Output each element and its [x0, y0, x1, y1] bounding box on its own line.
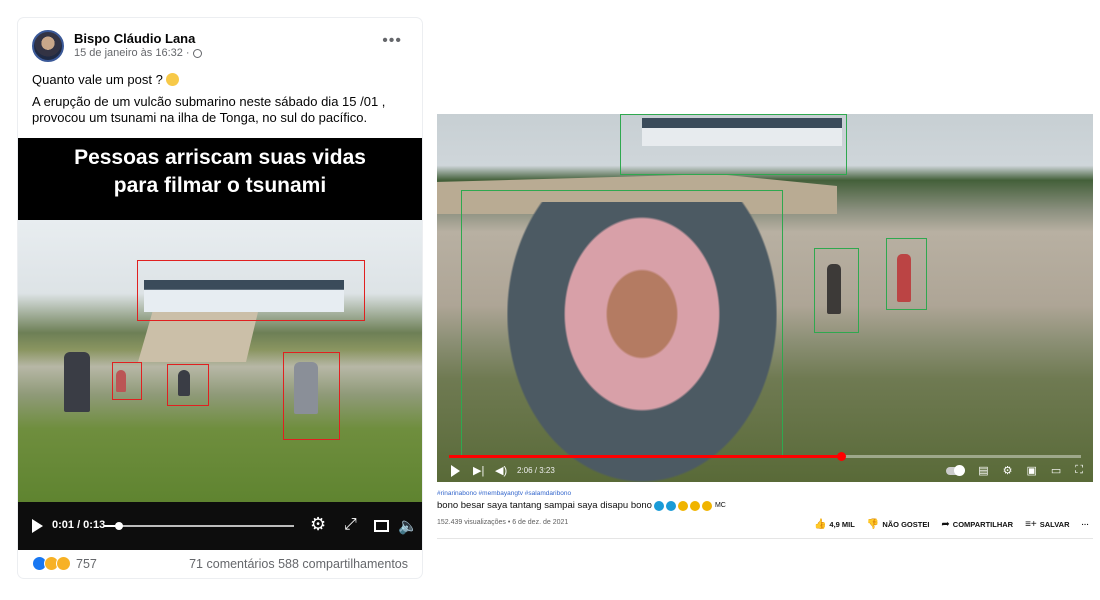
play-icon[interactable] [32, 519, 43, 533]
stats-right: 71 comentários 588 compartilhamentos [189, 557, 408, 571]
video-controls: 0:01 / 0:13 ⚙ ⤢ 🔈 [18, 502, 422, 550]
shares-count[interactable]: 588 compartilhamentos [278, 557, 408, 571]
share-icon: ➦ [941, 519, 950, 530]
reactions[interactable]: 757 [32, 556, 97, 571]
video-caption: Pessoas arriscam suas vidas para filmar … [18, 138, 422, 220]
save-button[interactable]: ≡+ SALVAR [1025, 519, 1069, 530]
video-time: 2:06 / 3:23 [517, 466, 555, 475]
youtube-video-player[interactable]: ▶| ◀) 2:06 / 3:23 ▤ ⚙ ▣ ▭ ⛶ [437, 114, 1093, 482]
youtube-panel: ▶| ◀) 2:06 / 3:23 ▤ ⚙ ▣ ▭ ⛶ #rinarinabon… [437, 114, 1093, 540]
video-hashtags[interactable]: #rinarinabono #membayangtv #salamdaribon… [437, 490, 571, 497]
post-stats: 757 71 comentários 588 compartilhamentos [32, 556, 408, 574]
post-date[interactable]: 15 de janeiro às 16:32 · [74, 47, 190, 59]
more-options-icon[interactable]: ••• [382, 32, 402, 50]
facebook-video-player[interactable]: Pessoas arriscam suas vidas para filmar … [18, 138, 422, 550]
thumbs-down-icon: 👎 [866, 519, 880, 530]
pip-icon[interactable] [374, 520, 389, 532]
divider [437, 538, 1093, 539]
theater-icon[interactable]: ▭ [1051, 464, 1061, 477]
more-icon: ··· [1081, 520, 1090, 529]
author-name[interactable]: Bispo Cláudio Lana [74, 31, 195, 46]
video-frame [18, 220, 422, 502]
gear-icon[interactable]: ⚙ [310, 514, 326, 535]
smile-emoji-icon [166, 73, 180, 86]
dislike-button[interactable]: 👎 NÃO GOSTEI [867, 519, 930, 530]
video-actions: 👍 4,9 MIL 👎 NÃO GOSTEI ➦ COMPARTILHAR ≡+ SAL… [814, 519, 1089, 530]
highlight-box-person [814, 248, 859, 333]
play-icon[interactable] [451, 465, 460, 477]
settings-icon[interactable]: ⚙ [1003, 464, 1013, 477]
progress-bar[interactable] [449, 452, 1081, 461]
progress-bar[interactable] [104, 522, 294, 530]
highlight-box-person [886, 238, 927, 310]
highlight-box-woman [461, 190, 783, 456]
author-avatar[interactable] [32, 30, 64, 62]
fullscreen-icon[interactable]: ⛶ [1075, 464, 1083, 477]
highlight-box-person [167, 364, 209, 406]
sad-reaction-icon [56, 556, 71, 571]
video-title: bono besar saya tantang sampai saya disa… [437, 500, 726, 511]
view-count-date: 152.439 visualizações • 6 de dez. de 202… [437, 519, 569, 526]
highlight-box-person [112, 362, 142, 400]
post-header: Bispo Cláudio Lana 15 de janeiro às 16:3… [32, 30, 408, 64]
like-count: 4,9 MIL [829, 520, 855, 529]
muscle-emoji-icon [677, 500, 688, 511]
post-line-2: A erupção de um vulcão submarino neste s… [32, 94, 386, 125]
mute-icon[interactable]: 🔈 [398, 516, 418, 536]
highlight-box-person [283, 352, 340, 440]
person-figure [64, 352, 90, 412]
volume-icon[interactable]: ◀) [495, 464, 507, 477]
more-actions-button[interactable]: ··· [1082, 519, 1090, 530]
comments-count[interactable]: 71 comentários [189, 557, 274, 571]
highlight-box-house [137, 260, 365, 321]
video-title-text: bono besar saya tantang sampai saya disa… [437, 500, 652, 511]
dislike-label: NÃO GOSTEI [882, 520, 930, 529]
playlist-add-icon: ≡+ [1025, 519, 1037, 530]
share-label: COMPARTILHAR [952, 520, 1014, 529]
expand-icon[interactable]: ⤢ [344, 516, 357, 534]
highlight-box-house [620, 114, 847, 175]
right-controls: ▤ ⚙ ▣ ▭ ⛶ [946, 464, 1083, 477]
muscle-emoji-icon [689, 500, 700, 511]
muscle-emoji-icon [701, 500, 712, 511]
share-button[interactable]: ➦ COMPARTILHAR [941, 519, 1013, 530]
video-title-suffix: MC [714, 502, 726, 509]
wave-emoji-icon [653, 500, 664, 511]
wave-emoji-icon [665, 500, 676, 511]
video-time: 0:01 / 0:13 [52, 519, 106, 531]
post-line-1: Quanto vale um post ? [32, 72, 163, 87]
video-caption-line-2: para filmar o tsunami [113, 174, 327, 197]
post-text: Quanto vale um post ? A erupção de um vu… [32, 72, 416, 132]
globe-icon [192, 48, 202, 58]
autoplay-toggle-icon[interactable] [946, 464, 966, 476]
thumbs-up-icon: 👍 [813, 519, 827, 530]
post-meta: 15 de janeiro às 16:32 · [74, 47, 202, 59]
like-button[interactable]: 👍 4,9 MIL [814, 519, 855, 530]
save-label: SALVAR [1039, 520, 1070, 529]
progress-knob[interactable] [114, 522, 123, 530]
video-controls: ▶| ◀) 2:06 / 3:23 ▤ ⚙ ▣ ▭ ⛶ [437, 460, 1093, 482]
facebook-post-card: Bispo Cláudio Lana 15 de janeiro às 16:3… [18, 18, 422, 578]
reaction-count: 757 [76, 556, 97, 571]
progress-fill [449, 455, 841, 458]
video-caption-line-1: Pessoas arriscam suas vidas [74, 146, 366, 169]
miniplayer-icon[interactable]: ▣ [1026, 464, 1036, 477]
next-icon[interactable]: ▶| [473, 464, 484, 477]
subtitles-icon[interactable]: ▤ [978, 464, 988, 477]
